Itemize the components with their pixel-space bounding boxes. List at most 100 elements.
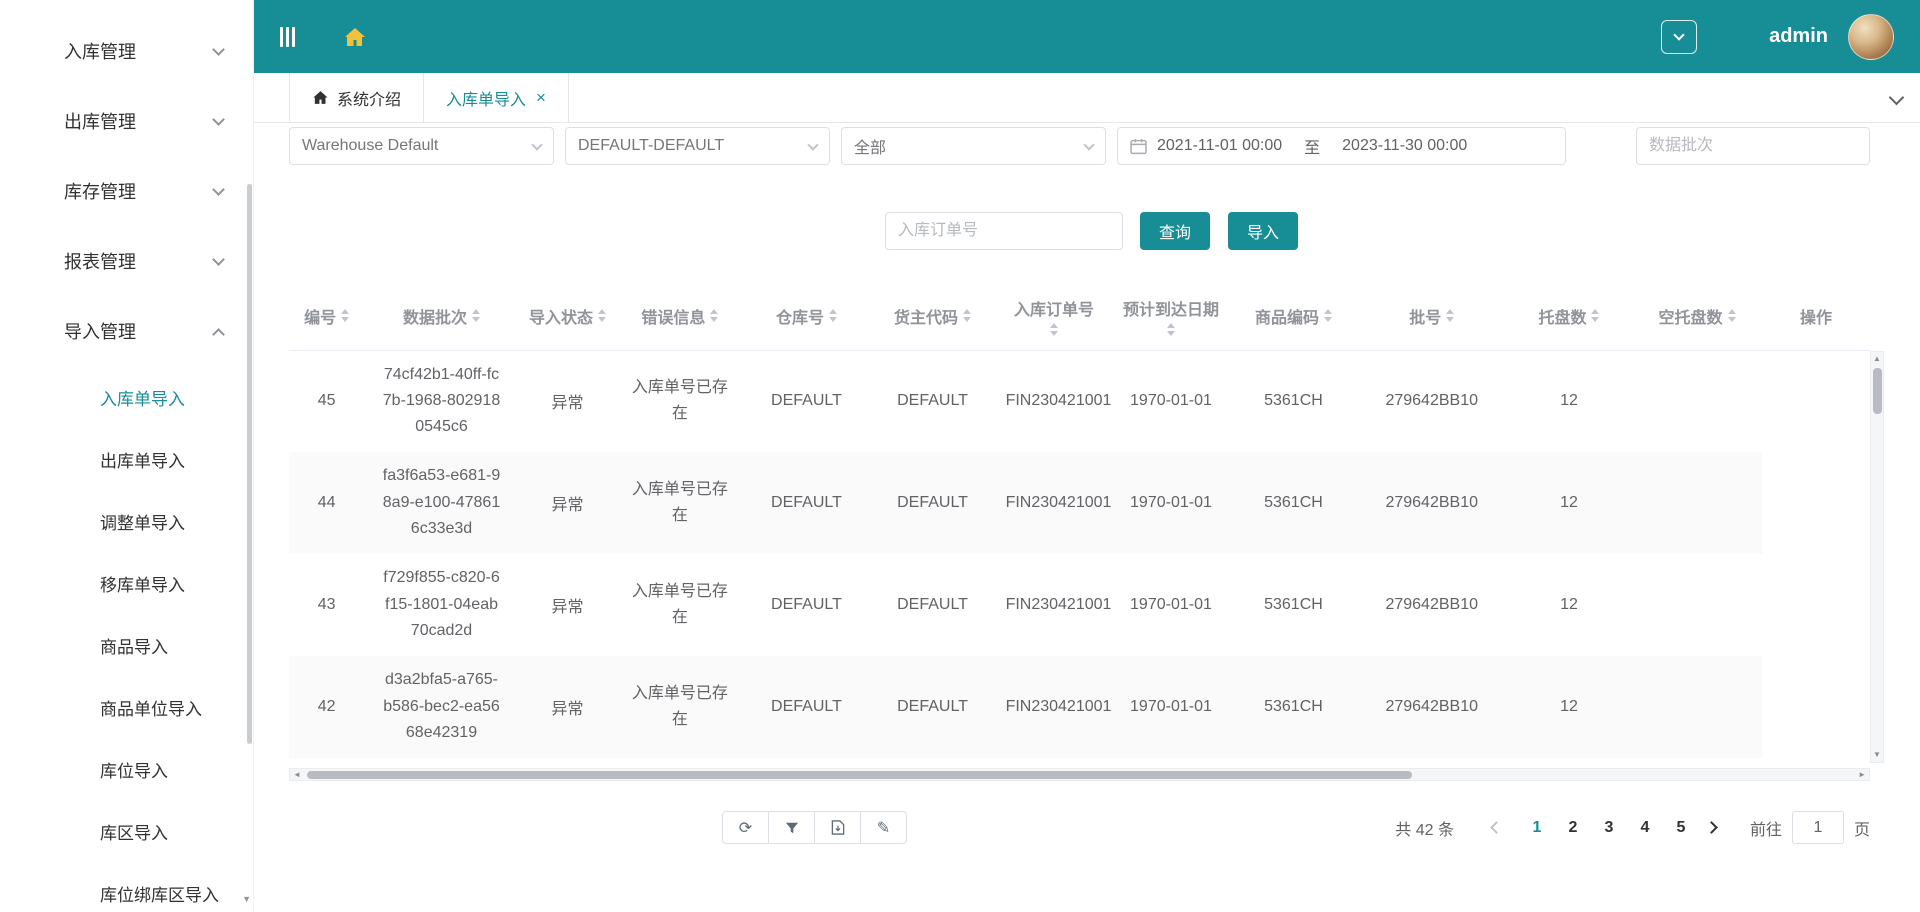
sort-icon[interactable] xyxy=(1323,309,1332,323)
home-icon[interactable] xyxy=(343,25,367,49)
tab-inbound-import[interactable]: 入库单导入 × xyxy=(424,73,569,122)
warehouse-select[interactable]: Warehouse Default xyxy=(289,127,554,165)
sort-icon[interactable] xyxy=(1446,309,1455,323)
sidebar-subitem-location-import[interactable]: 库位导入 xyxy=(0,738,253,800)
cell-warehouse: DEFAULT xyxy=(771,596,842,613)
prev-page-icon[interactable] xyxy=(1490,821,1503,834)
page-number-1[interactable]: 1 xyxy=(1519,819,1555,837)
sidebar-item-report-mgmt[interactable]: 报表管理 xyxy=(0,226,253,296)
col-header-id[interactable]: 编号 xyxy=(289,282,365,351)
close-icon[interactable]: × xyxy=(536,88,546,108)
sort-icon[interactable] xyxy=(1050,322,1059,336)
sort-icon[interactable] xyxy=(341,309,350,323)
sidebar-subitem-inbound-import[interactable]: 入库单导入 xyxy=(0,366,253,428)
date-end-value[interactable]: 2023-11-30 00:00 xyxy=(1342,137,1467,155)
cell-id: 45 xyxy=(317,392,336,410)
cell-lot: 279642BB10 xyxy=(1385,596,1478,613)
table-vertical-scrollbar[interactable]: ▲ ▼ xyxy=(1870,351,1884,763)
page-number-3[interactable]: 3 xyxy=(1591,819,1627,837)
col-header-lot[interactable]: 批号 xyxy=(1357,282,1506,351)
cell-pallets: 12 xyxy=(1560,698,1578,715)
search-button[interactable]: 查询 xyxy=(1140,212,1210,250)
filter-button[interactable] xyxy=(768,811,815,844)
import-button[interactable]: 导入 xyxy=(1228,212,1298,250)
page-number-4[interactable]: 4 xyxy=(1627,819,1663,837)
col-header-status[interactable]: 导入状态 xyxy=(518,282,617,351)
refresh-button[interactable]: ⟳ xyxy=(722,811,769,844)
status-select-value: 全部 xyxy=(854,140,887,157)
sidebar-subitem-zone-import[interactable]: 库区导入 xyxy=(0,800,253,862)
sidebar-item-outbound-mgmt[interactable]: 出库管理 xyxy=(0,86,253,156)
cell-pallets: 12 xyxy=(1560,494,1578,511)
date-start-value[interactable]: 2021-11-01 00:00 xyxy=(1157,137,1282,155)
page-number-2[interactable]: 2 xyxy=(1555,819,1591,837)
table-row: 42 d3a2bfa5-a765-b586-bec2-ea5668e42319 … xyxy=(289,656,1870,758)
sort-icon[interactable] xyxy=(472,309,480,323)
export-button[interactable] xyxy=(814,811,861,844)
sort-icon[interactable] xyxy=(828,309,837,323)
cell-batch: 74cf42b1-40ff-fc7b-1968-8029180545c6 xyxy=(382,365,501,436)
sort-icon[interactable] xyxy=(598,309,607,323)
col-header-order-no[interactable]: 入库订单号 xyxy=(995,282,1113,351)
sidebar-subitem-location-zone-bind-import[interactable]: 库位绑库区导入 xyxy=(0,862,253,912)
table-header-row: 编号 数据批次 导入状态 错误信息 仓库号 货主代码 入库订单号 预计到达日期 … xyxy=(289,282,1870,351)
edit-button[interactable]: ✎ xyxy=(860,811,907,844)
scroll-left-icon[interactable]: ◄ xyxy=(293,769,301,781)
date-range-picker[interactable]: 2021-11-01 00:00 至 2023-11-30 00:00 xyxy=(1117,127,1566,165)
filter-row: Warehouse Default DEFAULT-DEFAULT 全部 202… xyxy=(289,127,1870,165)
col-header-sku[interactable]: 商品编码 xyxy=(1229,282,1358,351)
scroll-down-icon[interactable]: ▼ xyxy=(1873,750,1881,760)
cell-warehouse: DEFAULT xyxy=(771,698,842,715)
sidebar-subitem-goods-unit-import[interactable]: 商品单位导入 xyxy=(0,676,253,738)
scrollbar-thumb[interactable] xyxy=(1873,368,1882,414)
sort-icon[interactable] xyxy=(1166,322,1175,336)
avatar[interactable] xyxy=(1848,13,1894,60)
col-header-warehouse[interactable]: 仓库号 xyxy=(743,282,870,351)
col-header-eta[interactable]: 预计到达日期 xyxy=(1112,282,1230,351)
sort-icon[interactable] xyxy=(963,309,972,323)
chevron-down-icon xyxy=(531,138,543,151)
batch-input[interactable] xyxy=(1636,127,1870,165)
sidebar-item-inbound-mgmt[interactable]: 入库管理 xyxy=(0,16,253,86)
goto-page-input[interactable] xyxy=(1791,811,1844,844)
sort-icon[interactable] xyxy=(1591,309,1600,323)
sort-icon[interactable] xyxy=(710,309,719,323)
sidebar-subitem-goods-import[interactable]: 商品导入 xyxy=(0,614,253,676)
sidebar-scroll-down-icon[interactable]: ▼ xyxy=(242,894,251,904)
cell-pallets: 12 xyxy=(1560,596,1578,613)
cell-owner: DEFAULT xyxy=(897,392,968,410)
submenu-label: 调整单导入 xyxy=(100,513,185,533)
table-horizontal-scrollbar[interactable]: ◄ ► xyxy=(289,768,1870,781)
scroll-right-icon[interactable]: ► xyxy=(1858,769,1866,781)
col-header-batch[interactable]: 数据批次 xyxy=(364,282,519,351)
col-header-empty-pallets[interactable]: 空托盘数 xyxy=(1632,282,1763,351)
username[interactable]: admin xyxy=(1769,25,1828,48)
sidebar-subitem-adjust-import[interactable]: 调整单导入 xyxy=(0,490,253,552)
collapse-menu-icon[interactable] xyxy=(280,26,295,47)
status-select[interactable]: 全部 xyxy=(841,127,1106,165)
order-no-input[interactable] xyxy=(885,212,1123,250)
scrollbar-thumb[interactable] xyxy=(307,771,1413,779)
col-header-pallets[interactable]: 托盘数 xyxy=(1505,282,1632,351)
tabbar-chevron-down-icon[interactable] xyxy=(1888,89,1905,106)
chevron-up-icon xyxy=(212,327,225,341)
col-header-owner[interactable]: 货主代码 xyxy=(869,282,996,351)
sidebar-item-inventory-mgmt[interactable]: 库存管理 xyxy=(0,156,253,226)
page-content: Warehouse Default DEFAULT-DEFAULT 全部 202… xyxy=(254,123,1920,912)
col-header-error[interactable]: 错误信息 xyxy=(616,282,744,351)
next-page-icon[interactable] xyxy=(1705,821,1718,834)
sidebar-item-label: 入库管理 xyxy=(64,42,136,62)
sidebar-subitem-outbound-import[interactable]: 出库单导入 xyxy=(0,428,253,490)
date-separator: 至 xyxy=(1304,140,1321,157)
topbar-dropdown-button[interactable] xyxy=(1661,19,1698,54)
page-number-5[interactable]: 5 xyxy=(1663,819,1699,837)
sidebar-scrollbar[interactable] xyxy=(247,184,252,744)
sort-icon[interactable] xyxy=(1727,309,1736,323)
sidebar-item-import-mgmt[interactable]: 导入管理 xyxy=(0,296,253,366)
scroll-up-icon[interactable]: ▲ xyxy=(1873,354,1881,364)
cell-id: 42 xyxy=(317,698,336,715)
tab-system-intro[interactable]: 系统介绍 xyxy=(289,73,425,122)
owner-select[interactable]: DEFAULT-DEFAULT xyxy=(565,127,830,165)
cell-order-no: FIN230421001 xyxy=(1005,596,1112,613)
sidebar-subitem-move-import[interactable]: 移库单导入 xyxy=(0,552,253,614)
